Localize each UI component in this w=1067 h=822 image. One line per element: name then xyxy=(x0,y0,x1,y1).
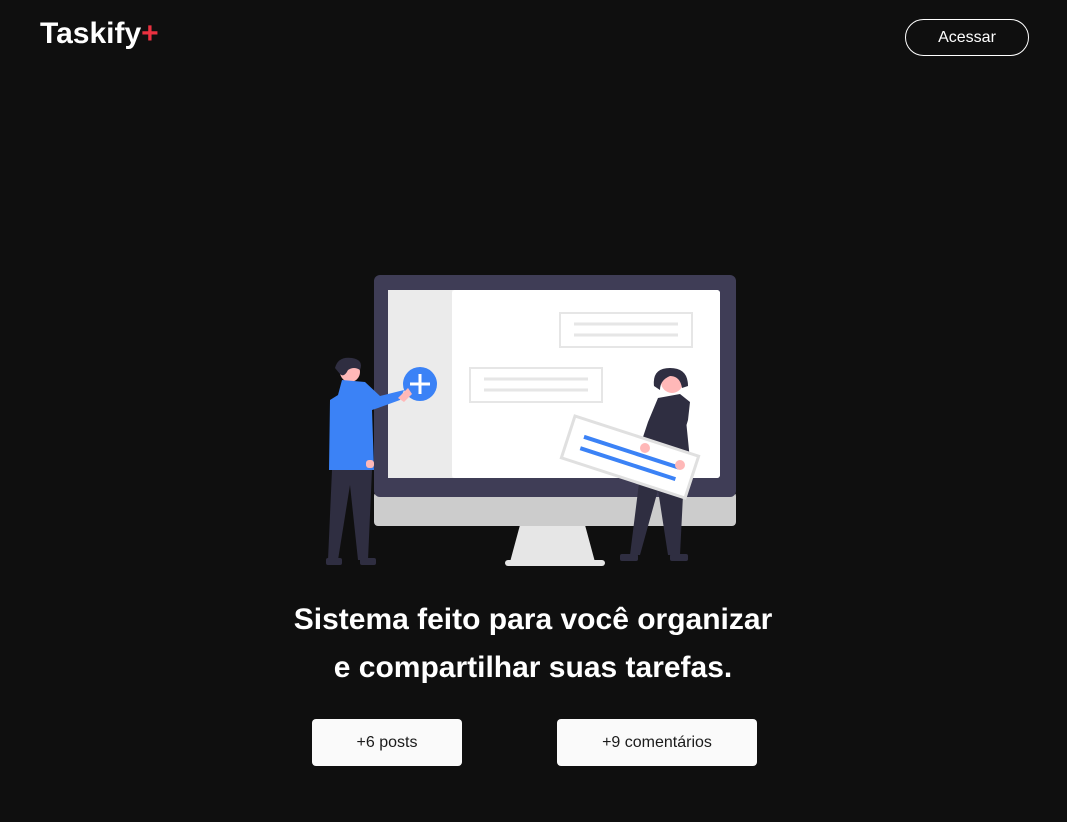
monitor-stand-base-icon xyxy=(505,560,605,566)
access-button[interactable]: Acessar xyxy=(905,19,1029,56)
logo-text: Taskify xyxy=(40,17,142,50)
posts-count-badge: +6 posts xyxy=(312,719,462,766)
hero-title-line2: e compartilhar suas tarefas. xyxy=(333,651,733,684)
app-logo[interactable]: Taskify+ xyxy=(40,17,159,51)
monitor-stand-icon xyxy=(510,525,595,562)
posts-count-label: +6 posts xyxy=(356,733,418,751)
top-header: Taskify+ Acessar xyxy=(0,0,1067,76)
hero-title-line1: Sistema feito para você organizar xyxy=(293,603,773,636)
hero-title: Sistema feito para você organizar e comp… xyxy=(183,596,883,692)
hero-illustration xyxy=(320,270,740,575)
comments-count-label: +9 comentários xyxy=(602,733,712,751)
comments-count-badge: +9 comentários xyxy=(557,719,757,766)
logo-plus-accent: + xyxy=(141,17,159,50)
landing-page: Taskify+ Acessar Sistema feito para você… xyxy=(0,0,1067,822)
task-monitor-illustration-icon xyxy=(326,275,736,566)
screen-card-icon xyxy=(469,367,603,403)
screen-card-icon xyxy=(559,312,693,348)
